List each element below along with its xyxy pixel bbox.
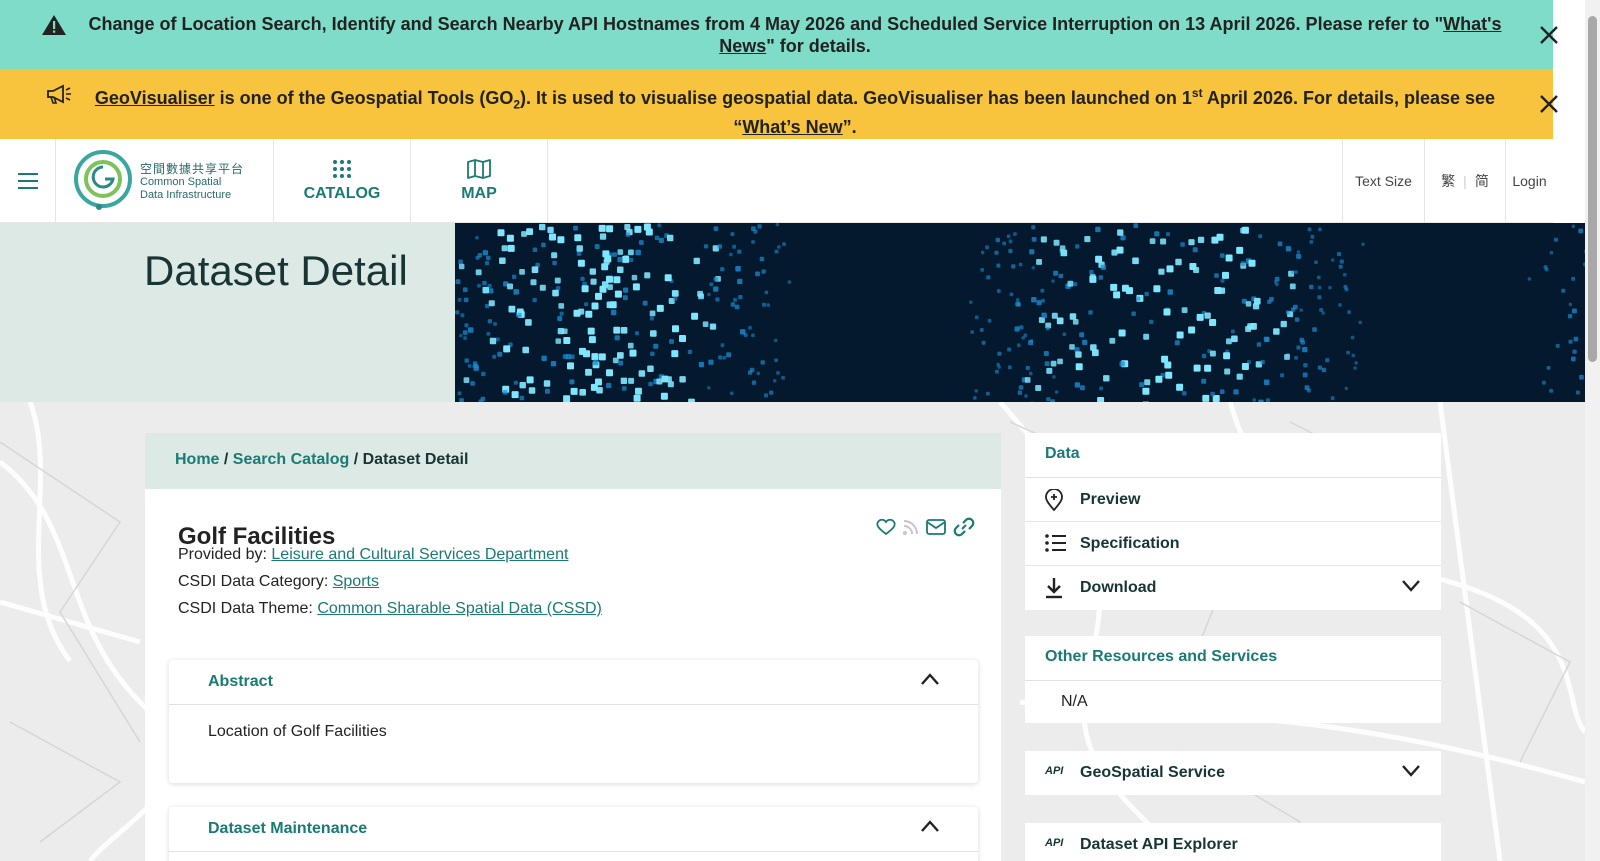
logo-text: 空間數據共享平台 Common Spatial Data Infrastruct… [140, 162, 245, 202]
megaphone-icon [47, 84, 71, 104]
api-icon: API [1045, 837, 1064, 849]
chevron-up-icon[interactable] [920, 672, 940, 686]
abstract-header[interactable]: Abstract [169, 660, 978, 705]
download-icon [1046, 578, 1062, 599]
maintenance-title: Dataset Maintenance [208, 820, 368, 837]
email-icon[interactable] [926, 519, 946, 535]
hero-banner-image [455, 223, 1585, 402]
chevron-down-icon[interactable] [1401, 763, 1421, 777]
data-panel: Data Preview Specification Download [1025, 433, 1441, 610]
text-size-button[interactable]: Text Size [1342, 139, 1424, 223]
nav-catalog-label: CATALOG [303, 185, 381, 202]
preview-label: Preview [1080, 491, 1141, 508]
login-button[interactable]: Login [1505, 139, 1553, 223]
api-explorer-label: Dataset API Explorer [1080, 836, 1238, 853]
lang-traditional[interactable]: 繁 [1441, 171, 1455, 191]
notice-text: Change of Location Search, Identify and … [88, 14, 1502, 56]
abstract-section: Abstract Location of Golf Facilities [169, 660, 978, 783]
map-pin-plus-icon [1045, 489, 1063, 511]
hero-dots-graphic [455, 223, 1585, 402]
hero-title-panel: Dataset Detail [0, 223, 455, 402]
dataset-actions [876, 517, 976, 537]
data-header: Data [1025, 433, 1441, 478]
category-link[interactable]: Sports [333, 573, 379, 590]
api-icon: API [1045, 765, 1064, 777]
chevron-down-icon[interactable] [1401, 578, 1421, 592]
theme-row: CSDI Data Theme: Common Sharable Spatial… [178, 600, 602, 617]
download-button[interactable]: Download [1025, 566, 1441, 610]
page-title: Dataset Detail [144, 247, 408, 294]
menu-button[interactable] [0, 139, 56, 223]
warning-icon [42, 15, 66, 35]
close-notice-icon[interactable] [1538, 24, 1560, 46]
maintenance-section: Dataset Maintenance [169, 807, 978, 861]
geospatial-service-label: GeoSpatial Service [1080, 764, 1225, 781]
link-icon[interactable] [952, 517, 976, 537]
nav-map-label: MAP [461, 185, 497, 202]
specification-button[interactable]: Specification [1025, 522, 1441, 566]
whats-new-link[interactable]: What’s New [742, 117, 842, 137]
geospatial-service-button[interactable]: API GeoSpatial Service [1025, 751, 1441, 795]
announcement-text: GeoVisualiser is one of the Geospatial T… [94, 86, 1496, 137]
geospatial-service-panel: API GeoSpatial Service [1025, 751, 1441, 795]
download-label: Download [1080, 579, 1157, 596]
announcement-banner: GeoVisualiser is one of the Geospatial T… [0, 69, 1558, 139]
page-scrollbar[interactable] [1585, 0, 1600, 861]
lang-simplified[interactable]: 简 [1475, 171, 1489, 191]
site-header: 空間數據共享平台 Common Spatial Data Infrastruct… [0, 139, 1553, 223]
close-announcement-icon[interactable] [1538, 93, 1560, 115]
rss-icon[interactable] [902, 518, 920, 536]
chevron-up-icon[interactable] [920, 819, 940, 833]
other-resources-panel: Other Resources and Services N/A [1025, 636, 1441, 723]
provider-link[interactable]: Leisure and Cultural Services Department [271, 546, 568, 563]
map-icon [467, 159, 491, 179]
breadcrumb-current: Dataset Detail [362, 451, 469, 468]
other-resources-header: Other Resources and Services [1025, 636, 1441, 681]
nav-catalog[interactable]: CATALOG [274, 139, 411, 223]
scrollbar-thumb[interactable] [1588, 16, 1597, 362]
api-explorer-button[interactable]: API Dataset API Explorer [1025, 823, 1441, 861]
notice-banner: Change of Location Search, Identify and … [0, 0, 1558, 69]
nav-map[interactable]: MAP [411, 139, 548, 223]
provider-row: Provided by: Leisure and Cultural Servic… [178, 546, 569, 563]
other-resources-value: N/A [1061, 693, 1088, 710]
abstract-body: Location of Golf Facilities [208, 723, 387, 740]
list-icon [1045, 534, 1066, 552]
breadcrumb-home[interactable]: Home [175, 451, 219, 468]
csdi-logo-icon [74, 150, 132, 210]
geovisualiser-link[interactable]: GeoVisualiser [95, 88, 215, 108]
theme-link[interactable]: Common Sharable Spatial Data (CSSD) [317, 600, 602, 617]
hamburger-icon [17, 173, 38, 189]
csdi-logo[interactable]: 空間數據共享平台 Common Spatial Data Infrastruct… [56, 139, 274, 223]
maintenance-header[interactable]: Dataset Maintenance [169, 807, 978, 852]
api-explorer-panel: API Dataset API Explorer [1025, 823, 1441, 861]
breadcrumb-search-catalog[interactable]: Search Catalog [233, 451, 349, 468]
breadcrumb: Home / Search Catalog / Dataset Detail [145, 433, 1001, 489]
favourite-heart-icon[interactable] [876, 518, 896, 536]
language-switcher: 繁 | 简 [1424, 139, 1505, 223]
lang-separator: | [1463, 173, 1467, 189]
preview-button[interactable]: Preview [1025, 478, 1441, 522]
abstract-title: Abstract [208, 673, 273, 690]
specification-label: Specification [1080, 535, 1180, 552]
dataset-panel: Home / Search Catalog / Dataset Detail G… [145, 433, 1001, 861]
grid-dots-icon [333, 160, 351, 178]
category-row: CSDI Data Category: Sports [178, 573, 379, 590]
